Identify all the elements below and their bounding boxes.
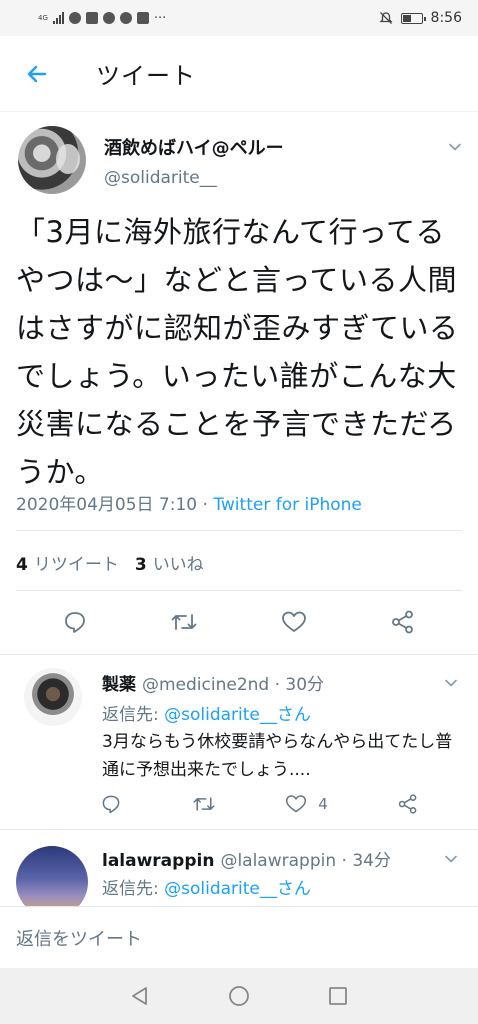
reply-avatar[interactable] — [16, 846, 88, 906]
cat-app-icon — [102, 12, 115, 24]
tweet-text: 「3月に海外旅行なんて行ってるやつは〜」などと言っている人間はさすがに認知が歪み… — [16, 215, 459, 489]
like-icon — [281, 611, 306, 632]
tweet-source-link[interactable]: Twitter for iPhone — [213, 495, 362, 515]
like-count: 3 — [134, 555, 147, 575]
reply-to-label: 返信先: — [102, 879, 165, 899]
mail-icon — [85, 12, 98, 24]
author-handle[interactable]: @solidarite__ — [104, 168, 217, 188]
reply-actions: 4 — [100, 790, 420, 818]
retweet-count: 4 — [16, 555, 28, 575]
reply-to-handle[interactable]: @solidarite__さん — [164, 705, 311, 725]
like-stat[interactable]: 3 いいね — [135, 555, 204, 575]
reply-item[interactable]: lalawrappin @lalawrappin · 34分 返信先: @soli… — [0, 830, 478, 906]
reply-reply-button[interactable] — [100, 793, 140, 815]
back-arrow-icon — [27, 65, 47, 82]
retweet-stat[interactable]: 4 リツイート — [16, 555, 119, 575]
tweet-meta: 2020年04月05日 7:10 · Twitter for iPhone — [16, 490, 362, 515]
reply-to-label: 返信先: — [102, 705, 165, 725]
reply-icon — [64, 612, 85, 633]
reply-to-line: 返信先: @solidarite__さん — [102, 700, 311, 725]
app-notification-icon — [68, 12, 81, 24]
app-header: ツイート — [0, 36, 478, 112]
status-bar: 4G ··· 8:56 — [0, 0, 478, 36]
reply-header: lalawrappin @lalawrappin · 34分 — [102, 846, 391, 871]
reply-handle-time: @lalawrappin · 34分 — [220, 851, 391, 871]
nav-home-icon[interactable] — [227, 984, 251, 1008]
chevron-down-icon[interactable] — [444, 852, 458, 866]
reply-icon — [102, 795, 120, 814]
reply-like-button[interactable]: 4 — [284, 793, 328, 815]
chevron-down-icon[interactable] — [444, 676, 458, 690]
page-title: ツイート — [96, 62, 196, 90]
clock: 8:56 — [430, 10, 462, 26]
retweet-icon — [193, 797, 215, 811]
retweet-icon — [171, 614, 197, 630]
reply-handle-time: @medicine2nd · 30分 — [142, 675, 325, 695]
retweet-button[interactable] — [170, 608, 198, 636]
reply-to-handle[interactable]: @solidarite__さん — [164, 879, 311, 899]
reply-header: 製薬 @medicine2nd · 30分 — [102, 670, 324, 695]
reply-retweet-button[interactable] — [192, 793, 232, 815]
tweet-timestamp: 2020年04月05日 7:10 — [16, 495, 198, 515]
chevron-down-icon[interactable] — [448, 140, 462, 154]
divider — [16, 590, 462, 591]
reply-compose-field[interactable]: 返信をツイート — [0, 906, 478, 968]
tweet-stats: 4 リツイート 3 いいね — [16, 550, 204, 575]
divider — [16, 530, 462, 531]
reply-button[interactable] — [61, 608, 89, 636]
reply-like-count: 4 — [318, 795, 328, 813]
retweet-label: リツイート — [33, 555, 119, 575]
author-avatar[interactable] — [18, 126, 86, 194]
like-icon — [286, 795, 307, 813]
network-type: 4G — [38, 13, 48, 22]
meta-separator: · — [197, 495, 214, 515]
reply-share-button[interactable] — [380, 793, 420, 815]
nav-back-icon[interactable] — [128, 984, 152, 1008]
share-button[interactable] — [389, 608, 417, 636]
reply-display-name[interactable]: 製薬 — [102, 675, 136, 695]
status-icons-right: 8:56 — [378, 10, 462, 26]
bag-icon — [136, 12, 149, 24]
reply-text: 3月ならもう休校要請やらなんやら出てたし普通に予想出来たでしょう.... — [102, 732, 453, 780]
reply-item[interactable]: 製薬 @medicine2nd · 30分 返信先: @solidarite__さ… — [0, 654, 478, 830]
back-button[interactable] — [22, 59, 52, 89]
tweet-actions — [0, 602, 478, 642]
route-icon — [119, 12, 132, 24]
nav-recents-icon[interactable] — [326, 984, 350, 1008]
mute-bell-icon — [378, 12, 393, 24]
like-label: いいね — [152, 555, 204, 575]
share-icon — [398, 794, 417, 814]
system-nav-bar — [0, 968, 478, 1024]
signal-icon — [52, 12, 64, 24]
like-button[interactable] — [280, 608, 308, 636]
compose-placeholder: 返信をツイート — [16, 928, 142, 950]
share-icon — [392, 610, 414, 634]
more-notifications-icon: ··· — [153, 10, 167, 26]
author-display-name[interactable]: 酒飲めばハイ@ペルー — [104, 134, 284, 160]
reply-to-line: 返信先: @solidarite__さん — [102, 874, 311, 899]
reply-display-name[interactable]: lalawrappin — [102, 851, 214, 871]
reply-avatar[interactable] — [24, 668, 82, 726]
status-icons-left: 4G ··· — [38, 11, 166, 26]
battery-icon — [400, 12, 426, 24]
